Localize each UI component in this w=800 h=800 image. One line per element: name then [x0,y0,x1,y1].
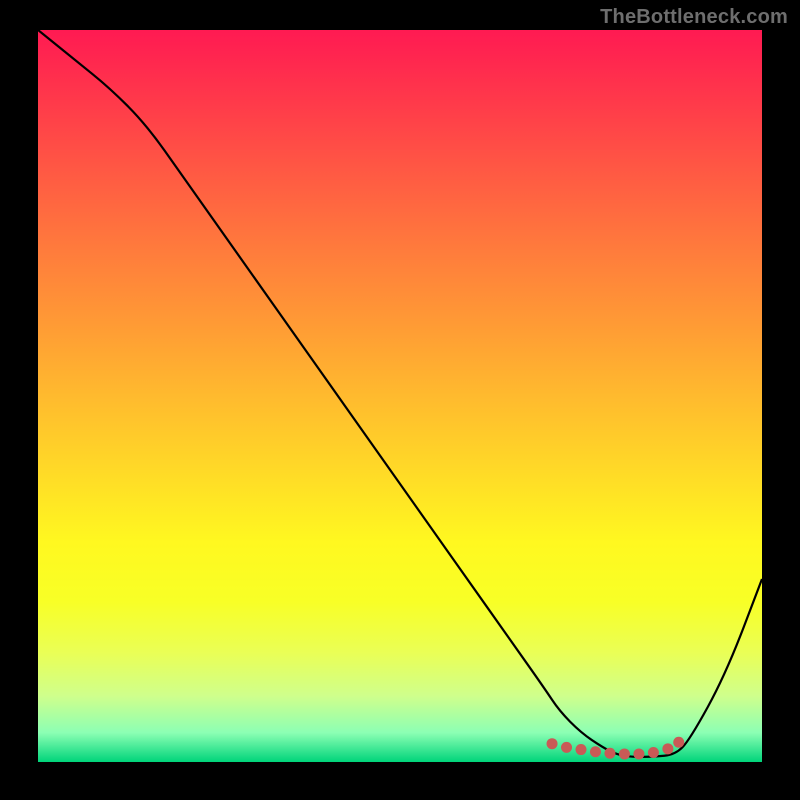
plateau-dot [576,744,587,755]
plateau-dot [633,748,644,759]
bottleneck-curve [38,30,762,757]
plateau-dot [648,747,659,758]
plot-area [38,30,762,762]
plateau-dot [673,737,684,748]
chart-container: TheBottleneck.com [0,0,800,800]
plateau-dot [561,742,572,753]
plateau-dot [547,738,558,749]
watermark-text: TheBottleneck.com [600,6,788,29]
plateau-dot [590,746,601,757]
plateau-dot [662,743,673,754]
plateau-dot [604,748,615,759]
curve-svg [38,30,762,762]
plateau-dot [619,748,630,759]
